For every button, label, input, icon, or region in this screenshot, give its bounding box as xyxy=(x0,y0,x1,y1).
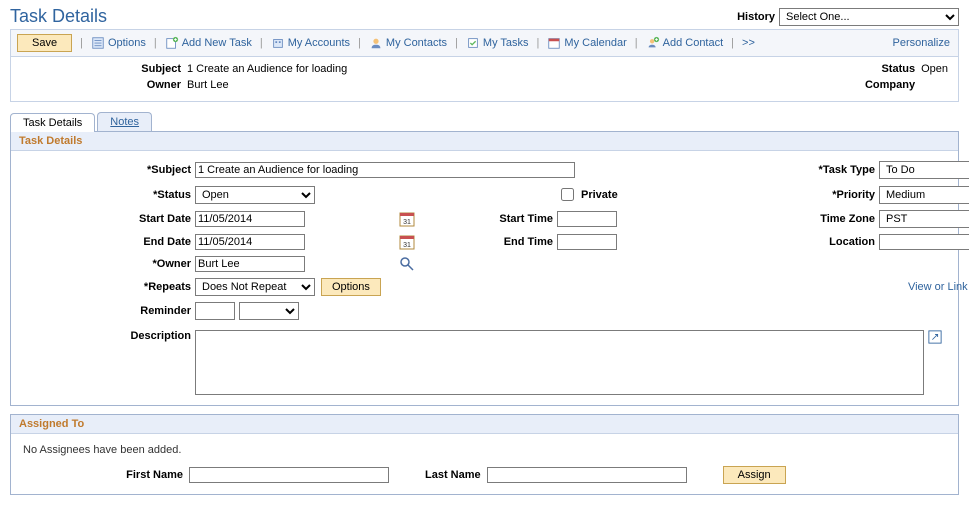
endtime-input[interactable] xyxy=(557,234,617,250)
summary-owner-value: Burt Lee xyxy=(187,79,347,91)
personalize-link[interactable]: Personalize xyxy=(893,37,950,49)
starttime-input[interactable] xyxy=(557,211,617,227)
save-button[interactable]: Save xyxy=(17,34,72,52)
my-tasks-link[interactable]: My Tasks xyxy=(466,36,529,50)
enddate-input[interactable] xyxy=(195,234,305,250)
tasks-icon xyxy=(466,36,480,50)
my-contacts-link[interactable]: My Contacts xyxy=(369,36,447,50)
summary-subject-value: 1 Create an Audience for loading xyxy=(187,63,347,75)
repeats-select[interactable]: Does Not Repeat xyxy=(195,278,315,296)
owner-input[interactable] xyxy=(195,256,305,272)
my-accounts-link[interactable]: My Accounts xyxy=(271,36,350,50)
location-label: Location xyxy=(775,236,875,248)
history-select[interactable]: Select One... xyxy=(779,8,959,26)
separator: | xyxy=(354,37,365,49)
lastname-label: Last Name xyxy=(395,469,481,481)
description-label: Description xyxy=(21,330,191,342)
my-contacts-label: My Contacts xyxy=(386,37,447,49)
separator: | xyxy=(150,37,161,49)
tasktype-select[interactable]: To Do xyxy=(879,161,969,179)
location-input[interactable] xyxy=(879,234,969,250)
options-label: Options xyxy=(108,37,146,49)
add-task-label: Add New Task xyxy=(182,37,252,49)
calendar-icon xyxy=(547,36,561,50)
my-calendar-link[interactable]: My Calendar xyxy=(547,36,626,50)
starttime-label: Start Time xyxy=(433,213,553,225)
options-link[interactable]: Options xyxy=(91,36,146,50)
my-tasks-label: My Tasks xyxy=(483,37,529,49)
svg-text:31: 31 xyxy=(403,242,411,249)
summary-box: Subject 1 Create an Audience for loading… xyxy=(10,57,959,102)
private-checkbox[interactable] xyxy=(561,188,574,201)
repeat-options-button[interactable]: Options xyxy=(321,278,381,296)
summary-owner-label: Owner xyxy=(21,79,181,91)
svg-text:31: 31 xyxy=(403,219,411,226)
timezone-label: Time Zone xyxy=(775,213,875,225)
private-label: Private xyxy=(581,189,618,201)
my-accounts-label: My Accounts xyxy=(288,37,350,49)
expand-icon[interactable] xyxy=(928,330,948,344)
assigned-to-panel: Assigned To No Assignees have been added… xyxy=(10,414,959,495)
task-details-panel: Task Details *Subject *Task Type To Do *… xyxy=(10,132,959,406)
add-contact-label: Add Contact xyxy=(663,37,724,49)
repeats-label: *Repeats xyxy=(21,281,191,293)
tasktype-label: *Task Type xyxy=(775,164,875,176)
status-label: *Status xyxy=(21,189,191,201)
toolbar: Save | Options | Add New Task | My Accou… xyxy=(10,29,959,57)
separator: | xyxy=(76,37,87,49)
summary-subject-label: Subject xyxy=(21,63,181,75)
no-assignees-msg: No Assignees have been added. xyxy=(11,434,958,466)
tab-notes[interactable]: Notes xyxy=(97,112,152,131)
subject-label: *Subject xyxy=(21,164,191,176)
reminder-unit-select[interactable] xyxy=(239,302,299,320)
firstname-input[interactable] xyxy=(189,467,389,483)
separator: | xyxy=(631,37,642,49)
panel-title: Task Details xyxy=(11,132,958,151)
priority-select[interactable]: Medium xyxy=(879,186,969,204)
page-title: Task Details xyxy=(10,6,107,27)
assign-button[interactable]: Assign xyxy=(723,466,786,484)
enddate-label: End Date xyxy=(21,236,191,248)
separator: | xyxy=(451,37,462,49)
summary-status-label: Status xyxy=(815,63,915,75)
history-label: History xyxy=(737,11,775,23)
options-icon xyxy=(91,36,105,50)
more-link[interactable]: >> xyxy=(742,37,755,49)
summary-status-value: Open xyxy=(921,63,948,75)
assigned-panel-title: Assigned To xyxy=(11,415,958,434)
timezone-select[interactable]: PST xyxy=(879,210,969,228)
endtime-label: End Time xyxy=(433,236,553,248)
startdate-input[interactable] xyxy=(195,211,305,227)
separator: | xyxy=(727,37,738,49)
add-contact-link[interactable]: Add Contact xyxy=(646,36,724,50)
separator: | xyxy=(533,37,544,49)
description-textarea[interactable] xyxy=(195,330,924,395)
startdate-label: Start Date xyxy=(21,213,191,225)
reminder-label: Reminder xyxy=(21,305,191,317)
tab-task-details[interactable]: Task Details xyxy=(10,113,95,132)
calendar-picker-icon[interactable]: 31 xyxy=(399,211,415,227)
add-contact-icon xyxy=(646,36,660,50)
owner-label: *Owner xyxy=(21,258,191,270)
tabs: Task Details Notes xyxy=(10,112,959,132)
reminder-value-input[interactable] xyxy=(195,302,235,320)
add-task-link[interactable]: Add New Task xyxy=(165,36,252,50)
related-objects-link[interactable]: View or Link Related Objects xyxy=(775,281,969,293)
summary-company-value xyxy=(921,79,948,91)
lastname-input[interactable] xyxy=(487,467,687,483)
firstname-label: First Name xyxy=(23,469,183,481)
accounts-icon xyxy=(271,36,285,50)
add-task-icon xyxy=(165,36,179,50)
contacts-icon xyxy=(369,36,383,50)
priority-label: *Priority xyxy=(775,189,875,201)
my-calendar-label: My Calendar xyxy=(564,37,626,49)
calendar-picker-icon[interactable]: 31 xyxy=(399,234,415,250)
status-select[interactable]: Open xyxy=(195,186,315,204)
subject-input[interactable] xyxy=(195,162,575,178)
lookup-icon[interactable] xyxy=(399,256,415,272)
separator: | xyxy=(256,37,267,49)
summary-company-label: Company xyxy=(815,79,915,91)
